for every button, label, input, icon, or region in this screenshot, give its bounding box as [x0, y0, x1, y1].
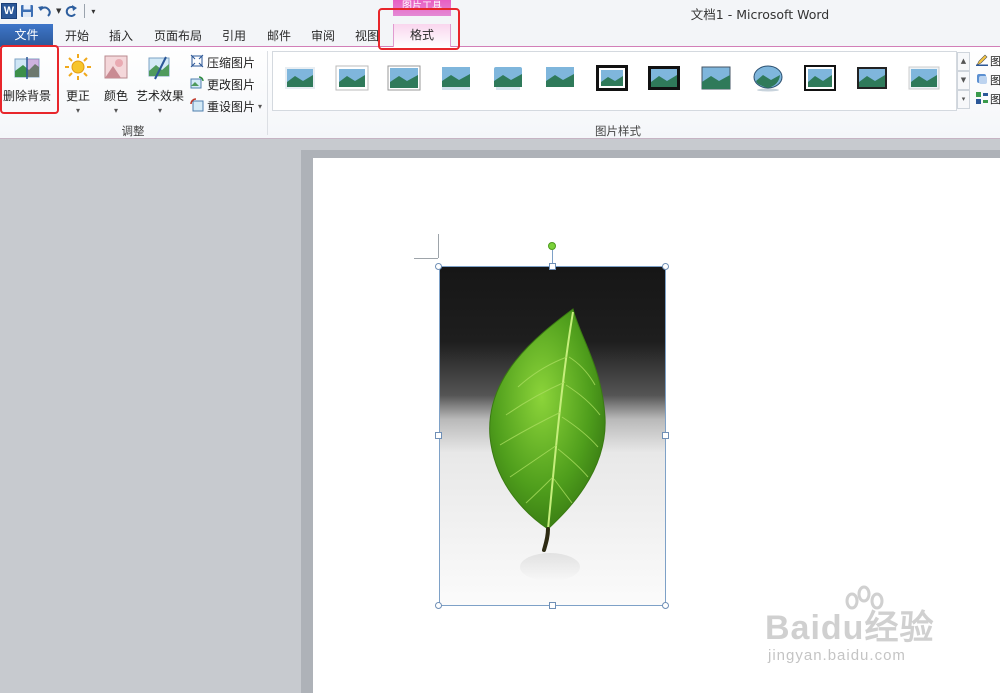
corrections-label: 更正 — [65, 89, 90, 103]
resize-handle-bottom-right[interactable] — [662, 602, 669, 609]
tab-mailings[interactable]: 邮件 — [264, 26, 294, 47]
resize-handle-top-left[interactable] — [435, 263, 442, 270]
window-title: 文档1 - Microsoft Word — [690, 7, 830, 22]
sun-icon — [64, 53, 92, 81]
compress-pictures-label: 压缩图片 — [207, 55, 256, 70]
corrections-button[interactable]: 更正 ▾ — [63, 53, 93, 115]
customize-icon[interactable]: ▾ — [91, 3, 95, 19]
reset-picture-button[interactable]: 重设图片 ▾ — [190, 96, 262, 116]
rotation-handle[interactable] — [548, 242, 556, 250]
tab-references[interactable]: 引用 — [219, 26, 249, 47]
picture-style-item[interactable] — [439, 64, 473, 92]
picture-effects-label: 图 — [990, 74, 1000, 87]
ribbon: 删除背景 更正 ▾ 颜色 ▾ 艺术效果 ▾ 压缩图片 更改图片 重设图片 ▾ 调… — [0, 47, 1000, 139]
resize-handle-top[interactable] — [549, 263, 556, 270]
watermark-brand: Baidu经验 — [765, 609, 935, 647]
change-picture-label: 更改图片 — [207, 77, 256, 92]
picture-style-item[interactable] — [283, 64, 317, 92]
layout-icon — [976, 91, 988, 107]
tab-insert[interactable]: 插入 — [106, 26, 136, 47]
tab-home[interactable]: 开始 — [62, 26, 92, 47]
picture-styles-group-label: 图片样式 — [595, 124, 641, 138]
picture-effects-button[interactable]: 图 — [976, 71, 1000, 89]
color-label: 颜色 — [103, 89, 128, 103]
leaf-picture[interactable] — [439, 266, 666, 606]
picture-style-item[interactable] — [855, 64, 889, 92]
picture-styles-gallery — [272, 51, 957, 111]
resize-handle-right[interactable] — [662, 432, 669, 439]
tab-page-layout[interactable]: 页面布局 — [150, 26, 206, 47]
title-bar: W ▼ ▾ 文档1 - Microsoft Word — [0, 0, 1000, 24]
gallery-scroll-down[interactable]: ▼ — [957, 71, 970, 90]
margin-mark — [438, 234, 439, 258]
picture-style-item[interactable] — [699, 64, 733, 92]
picture-style-item[interactable] — [907, 64, 941, 92]
picture-border-button[interactable]: 图 — [976, 52, 1000, 70]
tab-file[interactable]: 文件 — [0, 24, 53, 47]
baidu-watermark: Baidu经验 jingyan.baidu.com — [760, 585, 1000, 675]
ribbon-tab-bar: 文件 开始 插入 页面布局 引用 邮件 审阅 视图 — [0, 24, 1000, 47]
undo-icon[interactable] — [37, 3, 53, 19]
pen-icon — [976, 54, 988, 69]
change-picture-icon — [190, 75, 204, 93]
chevron-down-icon: ▾ — [75, 106, 80, 115]
resize-handle-left[interactable] — [435, 432, 442, 439]
qat-separator — [84, 4, 86, 18]
picture-style-item[interactable] — [543, 64, 577, 92]
picture-border-label: 图 — [990, 55, 1000, 68]
gallery-scroll-up[interactable]: ▲ — [957, 52, 970, 71]
reset-picture-label: 重设图片 — [207, 99, 256, 114]
format-tab-highlight — [378, 8, 460, 50]
resize-handle-bottom-left[interactable] — [435, 602, 442, 609]
quick-access-toolbar: W ▼ ▾ — [0, 0, 95, 22]
undo-dropdown-icon[interactable]: ▼ — [56, 3, 61, 19]
green-leaf-icon — [489, 308, 606, 581]
chevron-down-icon[interactable]: ▾ — [258, 102, 262, 111]
picture-style-item[interactable] — [335, 64, 369, 92]
color-button[interactable]: 颜色 ▾ — [101, 53, 131, 115]
chevron-down-icon: ▾ — [157, 106, 162, 115]
watermark-url: jingyan.baidu.com — [768, 647, 906, 664]
resize-handle-top-right[interactable] — [662, 263, 669, 270]
artistic-effects-button[interactable]: 艺术效果 ▾ — [136, 53, 184, 115]
tab-review[interactable]: 审阅 — [308, 26, 338, 47]
reset-picture-icon — [190, 97, 204, 115]
effects-icon — [976, 73, 988, 88]
resize-handle-bottom[interactable] — [549, 602, 556, 609]
picture-style-item[interactable] — [751, 64, 785, 92]
artistic-effects-label: 艺术效果 — [136, 89, 185, 103]
word-logo-icon[interactable]: W — [1, 3, 17, 19]
compress-pictures-button[interactable]: 压缩图片 — [190, 52, 255, 72]
remove-background-highlight — [0, 45, 59, 114]
change-picture-button[interactable]: 更改图片 — [190, 74, 255, 94]
picture-style-item[interactable] — [491, 64, 525, 92]
redo-icon[interactable] — [64, 3, 78, 19]
picture-layout-label: 图 — [990, 93, 1000, 106]
compress-icon — [190, 54, 204, 71]
margin-mark — [414, 258, 438, 259]
picture-style-item[interactable] — [387, 64, 421, 92]
picture-layout-button[interactable]: 图 — [976, 90, 1000, 108]
chevron-down-icon: ▾ — [113, 106, 118, 115]
picture-style-item[interactable] — [647, 64, 681, 92]
picture-style-item[interactable] — [803, 64, 837, 92]
gallery-more-button[interactable]: ▾ — [957, 90, 970, 109]
adjust-group-label: 调整 — [121, 124, 145, 138]
picture-style-item[interactable] — [595, 64, 629, 92]
artistic-effects-icon — [146, 53, 174, 81]
save-icon[interactable] — [20, 3, 34, 19]
picture-color-icon — [102, 53, 130, 81]
